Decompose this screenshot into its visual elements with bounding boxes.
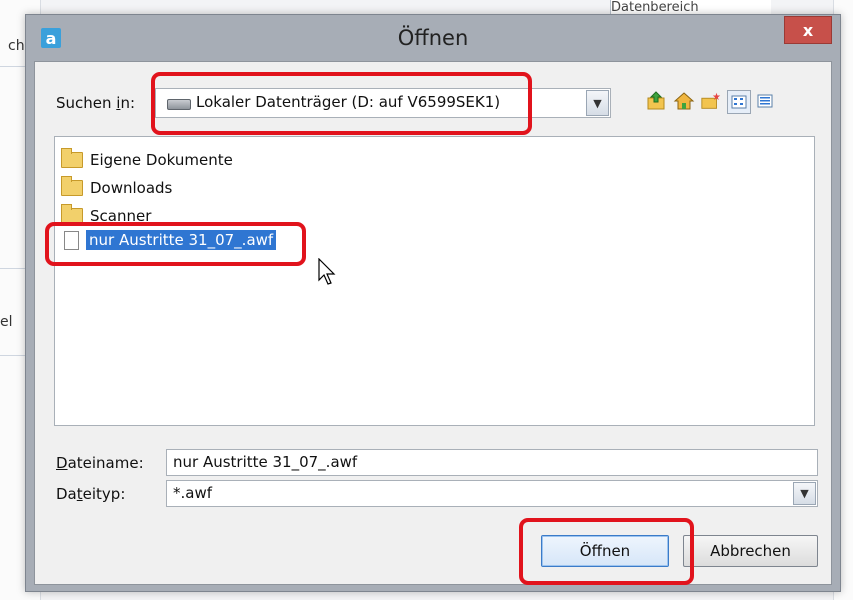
filetype-label: Dateityp: [56, 485, 125, 503]
lookin-dropdown[interactable]: Lokaler Datenträger (D: auf V6599SEK1) ▼ [155, 88, 611, 118]
file-name: Scanner [90, 207, 152, 225]
file-list[interactable]: Eigene Dokumente Downloads Scanner nur A… [54, 136, 815, 426]
lookin-label-part: n: [120, 94, 136, 112]
filetype-value: *.awf [173, 484, 213, 502]
list-item-folder[interactable]: Scanner [61, 204, 151, 228]
document-icon [64, 230, 79, 250]
filename-input[interactable]: nur Austritte 31_07_.awf [166, 449, 818, 476]
file-name: Downloads [90, 179, 173, 197]
mouse-cursor-icon [318, 258, 336, 285]
file-name: Eigene Dokumente [90, 151, 233, 169]
background-header-text: Datenbereich [611, 0, 699, 14]
filetype-label-part: Da [56, 485, 77, 503]
lookin-label-part: Suchen [56, 94, 117, 112]
background-text: ch [8, 38, 25, 54]
lookin-label: Suchen in: [56, 94, 135, 112]
list-item-folder[interactable]: Eigene Dokumente [61, 148, 233, 172]
chevron-down-icon[interactable]: ▼ [586, 90, 609, 116]
folder-up-icon[interactable] [646, 90, 668, 112]
file-name: nur Austritte 31_07_.awf [86, 230, 277, 250]
home-icon[interactable] [673, 90, 695, 112]
open-button[interactable]: Öffnen [541, 535, 669, 567]
new-folder-icon[interactable] [700, 90, 722, 112]
close-button[interactable]: x [784, 16, 832, 44]
drive-icon [167, 99, 191, 110]
filetype-label-part: eityp: [82, 485, 126, 503]
filename-value: nur Austritte 31_07_.awf [173, 453, 358, 471]
filename-label-part: ateiname: [67, 454, 144, 472]
list-view-icon[interactable] [727, 90, 751, 114]
details-view-icon[interactable] [754, 90, 776, 112]
dialog-title: Öffnen [397, 26, 469, 50]
folder-icon [61, 148, 83, 168]
filetype-dropdown[interactable]: *.awf ▼ [166, 480, 818, 507]
list-item-file[interactable]: nur Austritte 31_07_.awf [61, 228, 277, 252]
dialog-client-area: Suchen in: Lokaler Datenträger (D: auf V… [34, 61, 832, 585]
filename-label-accesskey: D [56, 454, 68, 472]
folder-icon [61, 176, 83, 196]
dialog-titlebar[interactable]: a Öffnen x [26, 15, 840, 61]
lookin-value: Lokaler Datenträger (D: auf V6599SEK1) [196, 93, 501, 111]
list-item-folder[interactable]: Downloads [61, 176, 172, 200]
background-text: el [0, 314, 13, 330]
folder-icon [61, 204, 83, 224]
background-header: Datenbereich [610, 0, 771, 14]
chevron-down-icon[interactable]: ▼ [793, 482, 816, 505]
open-file-dialog: a Öffnen x Suchen in: Lokaler Datenträge… [25, 14, 841, 592]
filename-label: Dateiname: [56, 454, 144, 472]
cancel-button[interactable]: Abbrechen [683, 535, 818, 567]
